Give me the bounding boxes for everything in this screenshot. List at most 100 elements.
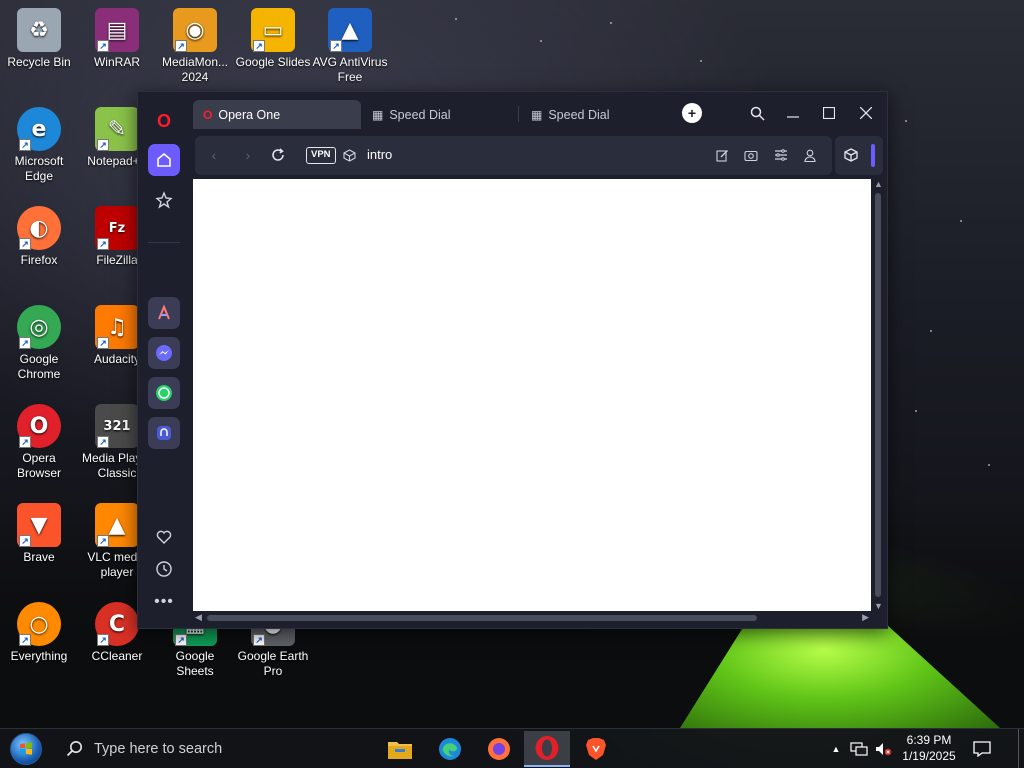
more-icon[interactable]: ••• — [148, 586, 180, 618]
windows-logo-icon — [10, 733, 42, 765]
easy-setup-icon[interactable] — [772, 145, 790, 165]
star — [930, 330, 932, 332]
scroll-right-icon[interactable]: ▶ — [862, 612, 869, 623]
shortcut-arrow-icon: ↗ — [19, 337, 31, 349]
scroll-thumb[interactable] — [875, 193, 881, 597]
desktop-icon-label: Recycle Bin — [7, 55, 71, 69]
accent-bar — [871, 144, 875, 167]
desktop-icon-label: Microsoft Edge — [14, 154, 64, 183]
messenger-icon[interactable] — [148, 337, 180, 369]
shortcut-arrow-icon: ↗ — [97, 40, 109, 52]
scroll-left-icon[interactable]: ◀ — [195, 612, 202, 623]
shortcut-arrow-icon: ↗ — [175, 634, 187, 646]
icon-glyph: ✎ — [107, 116, 127, 142]
maximize-icon[interactable] — [816, 102, 842, 124]
new-tab-icon[interactable]: + — [682, 103, 702, 123]
star — [905, 120, 907, 122]
clock[interactable]: 6:39 PM 1/19/2025 — [895, 732, 963, 764]
desktop-icon[interactable]: ○ ↗ Everything — [0, 602, 78, 664]
minimize-icon[interactable] — [780, 102, 806, 124]
snapshot-icon[interactable] — [742, 145, 760, 165]
filezilla-icon: Fz ↗ — [95, 206, 139, 250]
icon-glyph: ○ — [29, 611, 49, 637]
forward-icon[interactable]: › — [239, 145, 257, 165]
brave-icon[interactable] — [573, 731, 619, 767]
desktop-icon[interactable]: ▲ ↗ AVG AntiVirus Free — [311, 8, 389, 85]
star — [455, 18, 457, 20]
desktop-icon-label: Google Slides — [235, 55, 311, 69]
network-icon[interactable] — [848, 729, 870, 768]
firefox-icon[interactable] — [476, 731, 522, 767]
desktop-icon[interactable]: ◎ ↗ Google Chrome — [0, 305, 78, 382]
heart-icon[interactable] — [148, 521, 180, 553]
icon-glyph: ▲ — [341, 17, 359, 43]
desktop-icon[interactable]: ▭ ↗ Google Slides — [234, 8, 312, 70]
music-player-icon[interactable] — [148, 417, 180, 449]
icon-glyph: Fz — [108, 220, 126, 236]
icon-glyph: e — [31, 116, 47, 142]
edit-icon[interactable] — [713, 145, 731, 165]
url-field[interactable]: intro — [367, 147, 392, 162]
back-icon[interactable]: ‹ — [205, 145, 223, 165]
scroll-down-icon[interactable]: ▼ — [874, 601, 883, 611]
ccleaner-icon: C ↗ — [95, 602, 139, 646]
everything-icon: ○ ↗ — [17, 602, 61, 646]
opera-icon[interactable] — [524, 731, 570, 767]
tab-label: Speed Dial — [389, 107, 451, 122]
edge-icon[interactable] — [427, 731, 473, 767]
opera-logo-icon[interactable]: O — [148, 105, 180, 137]
tab-separator — [518, 106, 519, 122]
scroll-up-icon[interactable]: ▲ — [874, 179, 883, 189]
page-content[interactable] — [193, 179, 871, 611]
desktop-icon[interactable]: ▤ ↗ WinRAR — [78, 8, 156, 70]
bookmarks-icon[interactable] — [148, 184, 180, 216]
brave-icon: ▼ ↗ — [17, 503, 61, 547]
taskbar-search[interactable]: Type here to search — [56, 731, 376, 767]
vertical-scrollbar[interactable]: ▲ ▼ — [872, 179, 884, 611]
desktop-icon-label: Google Earth Pro — [237, 649, 309, 678]
search-tabs-icon[interactable] — [744, 102, 770, 124]
shortcut-arrow-icon: ↗ — [97, 634, 109, 646]
icon-glyph: O — [29, 413, 49, 439]
scroll-thumb[interactable] — [207, 615, 757, 621]
shortcut-arrow-icon: ↗ — [253, 634, 265, 646]
icon-glyph: ▲ — [108, 512, 126, 538]
desktop-icon[interactable]: ▼ ↗ Brave — [0, 503, 78, 565]
tab-speed-dial[interactable]: ▦ Speed Dial — [521, 100, 676, 129]
history-icon[interactable] — [148, 553, 180, 585]
avg-icon: ▲ ↗ — [328, 8, 372, 52]
clock-date: 1/19/2025 — [902, 749, 956, 763]
desktop-icon[interactable]: e ↗ Microsoft Edge — [0, 107, 78, 184]
reload-icon[interactable] — [269, 145, 287, 165]
desktop-icon[interactable]: O ↗ Opera Browser — [0, 404, 78, 481]
whatsapp-icon[interactable] — [148, 377, 180, 409]
firefox-icon: ◐ ↗ — [17, 206, 61, 250]
file-explorer-icon[interactable] — [377, 731, 423, 767]
desktop-icon[interactable]: ◉ ↗ MediaMon... 2024 — [156, 8, 234, 85]
home-icon[interactable] — [148, 144, 180, 176]
star — [610, 22, 612, 24]
aria-icon[interactable] — [148, 297, 180, 329]
vlc-icon: ▲ ↗ — [95, 503, 139, 547]
horizontal-scrollbar[interactable]: ◀ ▶ — [193, 611, 871, 625]
notifications-icon[interactable] — [968, 729, 996, 768]
edge-icon: e ↗ — [17, 107, 61, 151]
tab-label: Opera One — [218, 107, 281, 122]
desktop-icon-label: Brave — [23, 550, 55, 564]
desktop-icon[interactable]: ♻ Recycle Bin — [0, 8, 78, 70]
vpn-badge[interactable]: VPN — [306, 147, 336, 164]
start-button[interactable] — [6, 731, 46, 767]
speed-dial-icon: ▦ — [372, 107, 384, 122]
tray-overflow-icon[interactable]: ▲ — [828, 729, 844, 768]
desktop-icon[interactable]: ◐ ↗ Firefox — [0, 206, 78, 268]
extensions-icon[interactable] — [842, 145, 860, 165]
profile-icon[interactable] — [801, 145, 819, 165]
search-icon — [66, 741, 82, 757]
site-info-icon[interactable] — [341, 145, 357, 165]
close-icon[interactable] — [853, 102, 879, 124]
icon-glyph: ◐ — [29, 215, 49, 241]
show-desktop-button[interactable] — [1018, 729, 1019, 768]
tab-speed-dial[interactable]: ▦ Speed Dial — [362, 100, 517, 129]
volume-muted-icon[interactable] — [872, 729, 894, 768]
tab-opera-one[interactable]: O Opera One — [193, 100, 361, 129]
